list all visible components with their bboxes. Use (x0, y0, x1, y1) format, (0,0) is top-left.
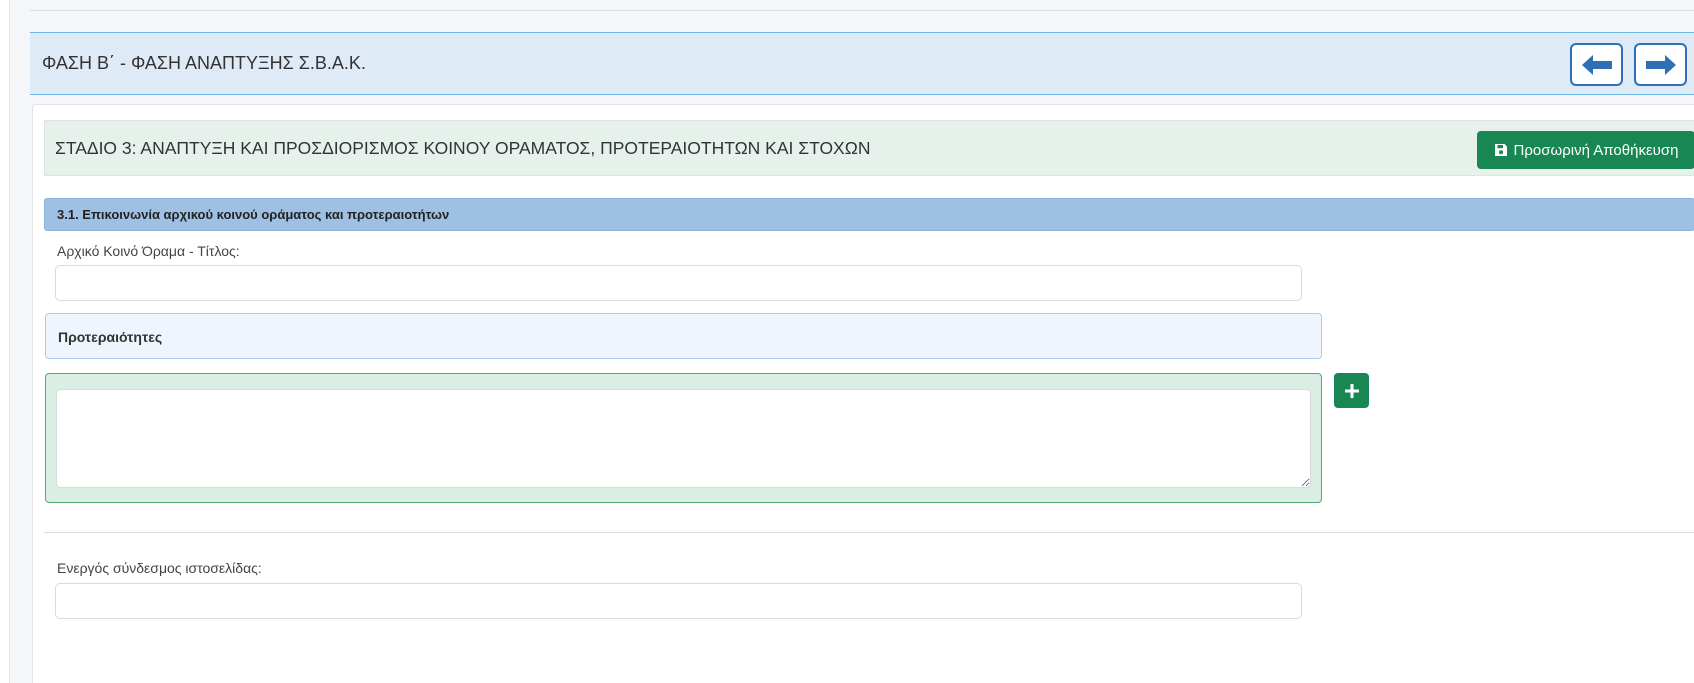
stage-header: ΣΤΑΔΙΟ 3: ΑΝΑΠΤΥΞΗ ΚΑΙ ΠΡΟΣΔΙΟΡΙΣΜΟΣ ΚΟΙ… (44, 120, 1694, 176)
priorities-header: Προτεραιότητες (45, 313, 1322, 359)
plus-icon (1344, 383, 1359, 398)
website-link-input[interactable] (55, 583, 1302, 619)
previous-button[interactable] (1570, 43, 1623, 86)
stage-title: ΣΤΑΔΙΟ 3: ΑΝΑΠΤΥΞΗ ΚΑΙ ΠΡΟΣΔΙΟΡΙΣΜΟΣ ΚΟΙ… (55, 138, 871, 158)
section-header: 3.1. Επικοινωνία αρχικού κοινού οράματος… (44, 198, 1694, 231)
priority-item-card (45, 373, 1322, 503)
arrow-left-icon (1581, 54, 1612, 75)
phase-header: ΦΑΣΗ Β΄ - ΦΑΣΗ ΑΝΑΠΤΥΞΗΣ Σ.Β.Α.Κ. (30, 32, 1694, 95)
phase-title: ΦΑΣΗ Β΄ - ΦΑΣΗ ΑΝΑΠΤΥΞΗΣ Σ.Β.Α.Κ. (42, 53, 366, 73)
stage-panel: ΣΤΑΔΙΟ 3: ΑΝΑΠΤΥΞΗ ΚΑΙ ΠΡΟΣΔΙΟΡΙΣΜΟΣ ΚΟΙ… (32, 104, 1694, 683)
arrow-right-icon (1645, 54, 1676, 75)
priority-textarea[interactable] (56, 389, 1311, 488)
top-divider (30, 10, 1694, 11)
page: ΦΑΣΗ Β΄ - ΦΑΣΗ ΑΝΑΠΤΥΞΗΣ Σ.Β.Α.Κ. ΣΤΑΔΙΟ… (0, 0, 1694, 683)
floppy-disk-icon (1494, 144, 1507, 156)
vision-title-input[interactable] (55, 265, 1302, 301)
temporary-save-button[interactable]: Προσωρινή Αποθήκευση (1477, 131, 1694, 169)
website-link-label: Ενεργός σύνδεσμος ιστοσελίδας: (57, 560, 262, 576)
vision-title-label: Αρχικό Κοινό Όραμα - Τίτλος: (57, 243, 240, 259)
section-divider (44, 532, 1694, 533)
priorities-title: Προτεραιότητες (58, 329, 163, 345)
section-title: 3.1. Επικοινωνία αρχικού κοινού οράματος… (57, 207, 450, 222)
temporary-save-label: Προσωρινή Αποθήκευση (1513, 141, 1679, 159)
add-priority-button[interactable] (1334, 373, 1369, 408)
left-gutter (0, 0, 10, 683)
next-button[interactable] (1634, 43, 1687, 86)
